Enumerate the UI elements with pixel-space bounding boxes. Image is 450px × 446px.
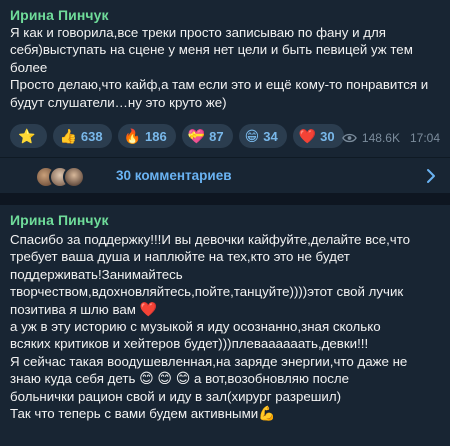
reaction-star[interactable]: ⭐ xyxy=(10,124,48,148)
thumbs-up-icon: 👍 xyxy=(59,128,77,144)
eye-icon xyxy=(342,133,357,143)
fire-icon: 🔥 xyxy=(123,128,142,144)
text-line: больнички рацион свой и иду в зал(хирург… xyxy=(10,388,342,404)
reaction-count: 34 xyxy=(263,128,278,144)
message-gap xyxy=(0,193,450,205)
message-bubble: Ирина Пинчук Спасибо за поддержку!!!И вы… xyxy=(0,205,450,446)
reaction-thumbs-up[interactable]: 👍 638 xyxy=(53,124,112,148)
reaction-count: 87 xyxy=(209,128,224,144)
text-segment: а вот,возобновляю после xyxy=(194,371,350,387)
reaction-heart-box[interactable]: 💝 87 xyxy=(181,124,233,148)
reaction-heart[interactable]: ❤️ 30 xyxy=(292,124,344,148)
text-segment: знаю куда себя деть xyxy=(10,371,136,387)
text-line: поддерживать!Занимайтесь xyxy=(10,266,183,282)
smile-icon: 😊 xyxy=(157,370,172,387)
message-bubble: Ирина Пинчук Я как и говорила,все треки … xyxy=(0,0,450,157)
reaction-count: 30 xyxy=(320,128,335,144)
chevron-right-icon xyxy=(427,169,435,183)
comments-count-label: 30 комментариев xyxy=(116,168,232,183)
text-line: а уж в эту историю с музыкой я иду осозн… xyxy=(10,319,381,335)
star-icon: ⭐ xyxy=(18,128,36,144)
muscle-icon: 💪 xyxy=(258,405,276,422)
text-line: знаю куда себя деть 😊 😊 😊 а вот,возобнов… xyxy=(10,370,440,387)
smile-icon: 😊 xyxy=(175,370,191,387)
message-text: Спасибо за поддержку!!!И вы девочки кайф… xyxy=(10,231,440,422)
text-line: Я сейчас такая воодушевленная,на заряде … xyxy=(10,353,408,369)
reaction-fire[interactable]: 🔥 186 xyxy=(117,124,176,148)
grin-icon: 😁 xyxy=(244,128,260,144)
text-line: всяких критиков и хейтеров будет)))плева… xyxy=(10,336,369,352)
commenter-avatars xyxy=(35,166,105,188)
message-text: Я как и говорила,все треки просто записы… xyxy=(10,25,429,110)
text-line: Спасибо за поддержку!!!И вы девочки кайф… xyxy=(10,232,411,247)
view-count: 148.6K xyxy=(361,131,400,145)
heart-icon: ❤️ xyxy=(298,128,317,144)
text-segment: Так что теперь с вами будем активными xyxy=(10,406,259,422)
reactions-bar: ⭐ 👍 638 🔥 186 💝 87 😁 34 ❤️ 30 xyxy=(10,124,344,148)
author-name[interactable]: Ирина Пинчук xyxy=(10,211,440,229)
heart-box-icon: 💝 xyxy=(187,128,206,144)
smile-icon: 😊 xyxy=(139,370,154,387)
text-line: Так что теперь с вами будем активными💪 xyxy=(10,405,440,422)
reaction-count: 638 xyxy=(80,128,103,144)
avatar xyxy=(63,166,85,188)
text-line: требует ваша душа и наплюйте на тех,кто … xyxy=(10,249,350,265)
heart-icon: ❤️ xyxy=(139,300,158,317)
text-segment: позитива я шлю вам xyxy=(10,301,136,317)
reaction-grin[interactable]: 😁 34 xyxy=(238,124,287,148)
reaction-count: 186 xyxy=(145,128,167,144)
message-meta: 148.6K 17:04 xyxy=(342,131,440,145)
author-name[interactable]: Ирина Пинчук xyxy=(10,6,440,24)
text-line: позитива я шлю вам ❤️ xyxy=(10,301,440,318)
text-line: творчеством,вдохновляйтесь,пойте,танцуйт… xyxy=(10,284,404,300)
message-time: 17:04 xyxy=(409,131,440,145)
comments-button[interactable]: 30 комментариев xyxy=(0,157,450,193)
